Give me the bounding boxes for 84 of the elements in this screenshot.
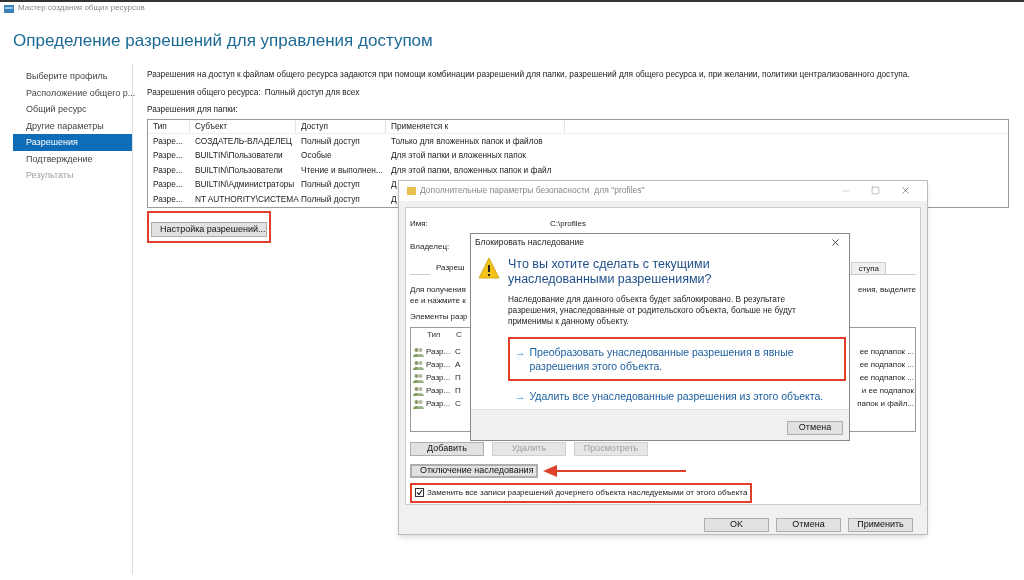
option-link[interactable]: → Удалить все унаследованные разрешения из этого объекта. (508, 387, 844, 405)
share-permissions-label: Разрешения общего ресурса: (147, 86, 261, 99)
maximize-icon[interactable] (871, 186, 880, 196)
table-cell-text: Разр... (426, 372, 452, 385)
folder-permissions-label: Разрешения для папки: (147, 103, 239, 116)
table-cell-text: Только для вложенных папок и файлов (390, 134, 544, 148)
table-cell-text: Разре... (152, 192, 184, 206)
table-cell-text: Полный доступ (300, 178, 361, 191)
table-cell-text: Д (390, 178, 398, 191)
table-cell: П (455, 372, 461, 385)
table-cell: и ее подпапок (861, 385, 914, 398)
column-header[interactable]: Субъект (190, 119, 296, 133)
users-icon (413, 347, 424, 358)
table-cell: ее подпапок ... (859, 346, 914, 359)
dialog-button[interactable]: OK (704, 517, 769, 532)
dialog-button[interactable]: Настройка разрешений... (151, 221, 267, 237)
table-cell-text: BUILTIN\Пользователи (194, 163, 284, 177)
users-icon (413, 399, 424, 410)
option-link[interactable]: → Преобразовать унаследованные разрешения в явные разрешения этого объекта. (508, 337, 846, 381)
column-header[interactable]: Доступ (296, 119, 386, 133)
table-cell: С (455, 346, 461, 359)
dialog-button[interactable]: Отмена (776, 517, 841, 532)
dialog-button[interactable]: Добавить (410, 441, 484, 456)
table-cell-text: Разр... (426, 346, 452, 359)
table-cell-text: BUILTIN\Пользователи (194, 149, 284, 162)
checkbox-label: Заменить все записи разрешений дочернего объекта наследуемыми от этого объекта (427, 486, 748, 499)
column-header[interactable]: Применяется к (386, 119, 565, 133)
owner-label: Владелец: (410, 240, 450, 253)
table-cell-text: Разр... (426, 398, 452, 411)
table-cell-text: Разр... (426, 359, 452, 372)
table-cell-text: Разр... (426, 385, 452, 398)
wizard-icon (4, 3, 14, 13)
info-text: Для получения (410, 283, 466, 295)
sidebar-item[interactable]: Другие параметры (13, 117, 132, 134)
dialog-question: Что вы хотите сделать с текущими унаследованными разрешениями? (508, 257, 713, 287)
table-cell-text: Д (390, 192, 398, 206)
sidebar-item[interactable]: Подтверждение (13, 150, 132, 167)
column-header[interactable]: Тип (148, 119, 190, 133)
table-cell-text: Для этой папки и вложенных папок (390, 149, 527, 162)
warning-icon (478, 257, 500, 279)
table-cell: ее подпапок ... (859, 372, 914, 385)
table-cell: папок и файл... (857, 398, 914, 411)
sidebar-item[interactable]: Выберите профиль (13, 68, 132, 85)
checkbox[interactable] (415, 488, 424, 498)
dialog-button[interactable]: Отмена (787, 420, 843, 435)
dialog-button[interactable]: Отключение наследования (410, 463, 538, 478)
table-cell-text: Для этой папки, вложенных папок и файл (390, 163, 553, 177)
info-text: ее и нажмите к (410, 294, 466, 306)
table-cell-text: Разре... (152, 134, 184, 148)
table-cell-text: СОЗДАТЕЛЬ-ВЛАДЕЛЕЦ (194, 134, 293, 148)
folder-icon (407, 186, 416, 196)
page-heading: Определение разрешений для управления доступом (13, 32, 434, 49)
table-cell: ее подпапок ... (859, 359, 914, 372)
table-cell: А (455, 359, 461, 372)
table-cell-text: Чтение и выполнен... (300, 163, 384, 177)
window-title: Мастер создания общих ресурсов (18, 2, 145, 14)
sidebar-item[interactable]: Общий ресурс (13, 101, 132, 118)
column-header[interactable]: Тип (427, 328, 456, 341)
table-cell-text: Разре... (152, 163, 184, 177)
table-cell-text: Разре... (152, 149, 184, 162)
users-icon (413, 386, 424, 397)
users-icon (413, 360, 424, 371)
tab[interactable]: ступа (851, 261, 886, 275)
share-permissions-value: Полный доступ для всех (264, 86, 360, 99)
close-icon[interactable] (830, 237, 841, 248)
dialog-button[interactable]: Применить (848, 517, 913, 532)
table-cell: П (455, 385, 461, 398)
table-cell: С (455, 398, 461, 411)
table-cell-text: BUILTIN\Администраторы (194, 178, 296, 191)
info-text: ения, выделите (857, 283, 916, 295)
table-cell-text: Полный доступ (300, 134, 361, 148)
column-header[interactable]: С (456, 328, 462, 341)
sidebar-item[interactable]: Разрешения (13, 134, 132, 151)
description-text: Разрешения на доступ к файлам общего ресурса задаются при помощи комбинации разрешений для папки, разрешений для общего ресурса и, при желании, политики централизованного доступа. (147, 68, 911, 80)
entries-label: Элементы разр (410, 310, 468, 323)
dialog-title: Блокировать наследование (475, 236, 584, 249)
users-icon (413, 373, 424, 384)
table-cell-text: Разре... (152, 178, 184, 191)
dialog-message: Наследование для данного объекта будет заблокировано. В результате разрешения, унаследованные от родительского объекта, больше не будут применимы к данному объекту. (508, 294, 797, 327)
table-cell-text: Особые (300, 149, 333, 162)
dialog-title: Дополнительные параметры безопасности для "profiles" (420, 184, 646, 198)
check-icon (416, 489, 423, 497)
name-label: Имя: (410, 217, 429, 230)
name-value: C:\profiles (550, 217, 586, 230)
